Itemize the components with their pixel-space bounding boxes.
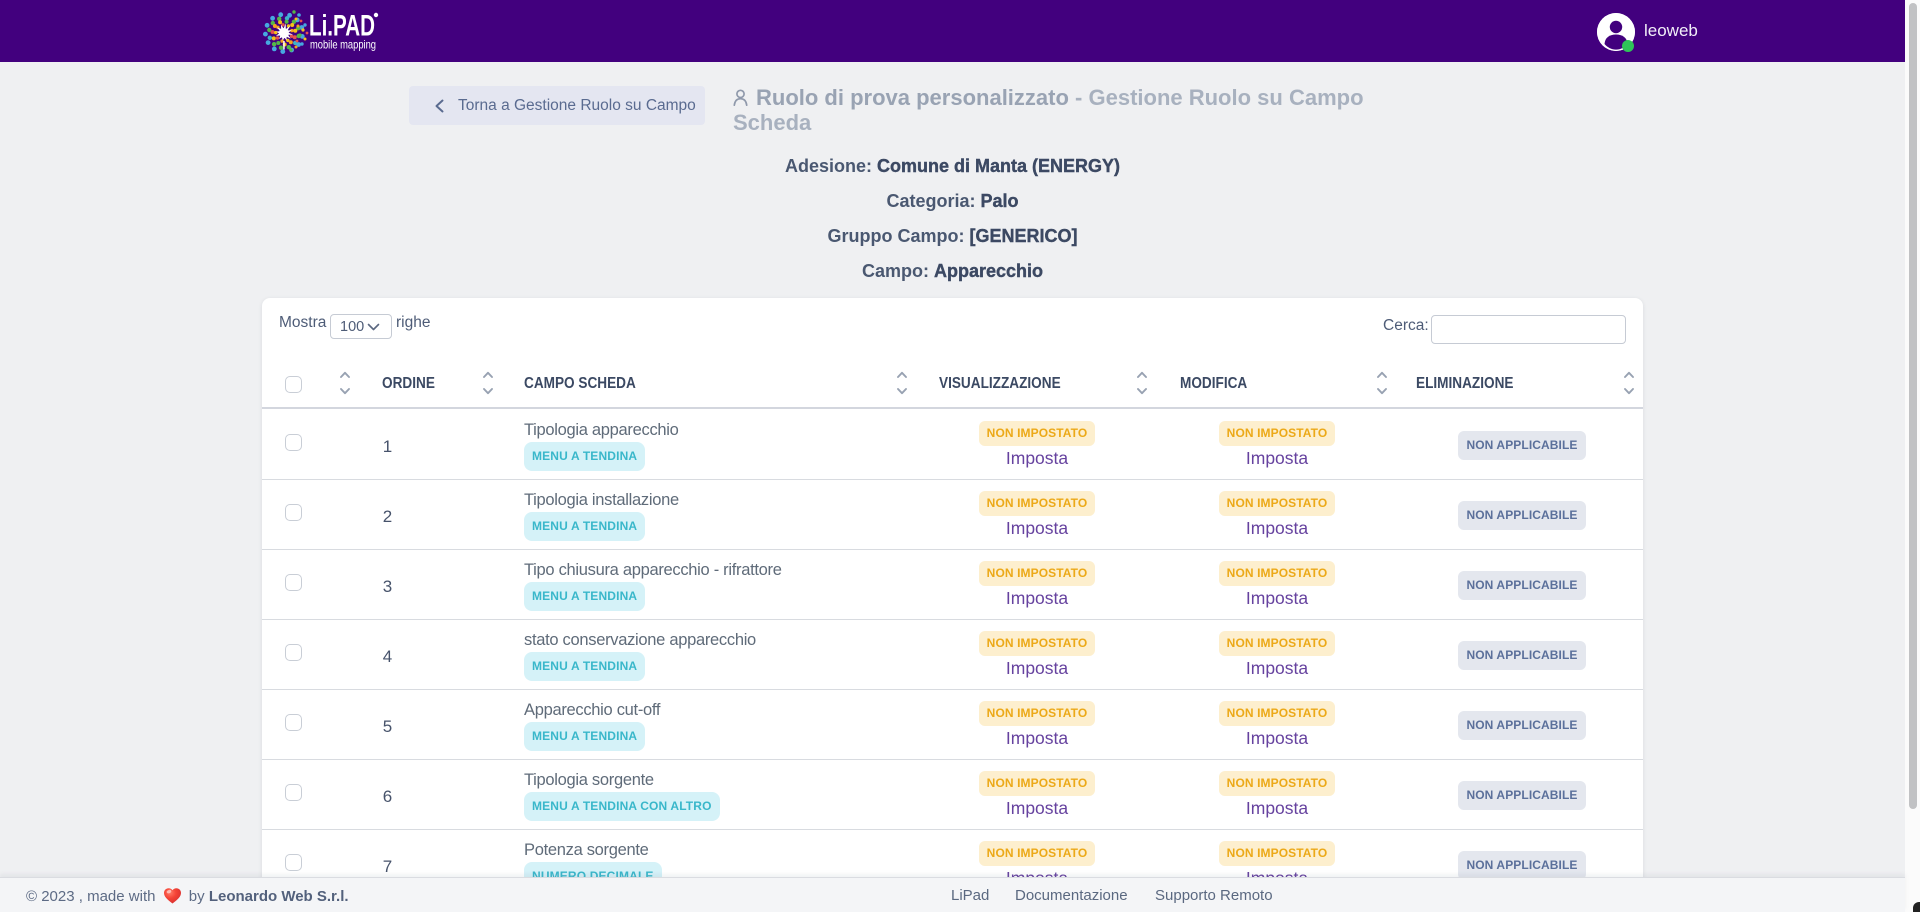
svg-text:mobile mapping: mobile mapping	[310, 38, 376, 52]
